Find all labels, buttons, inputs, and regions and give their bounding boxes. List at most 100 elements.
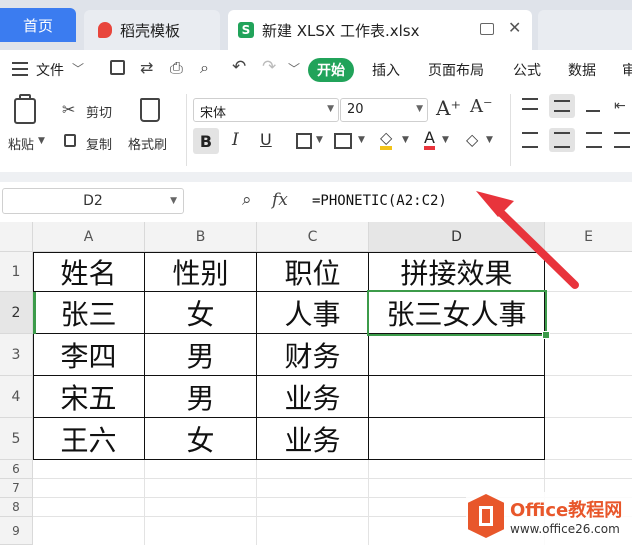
cell-d4[interactable] (369, 376, 545, 418)
cell-d5[interactable] (369, 418, 545, 460)
chevron-down-icon: ▼ (416, 104, 423, 114)
select-all-corner[interactable] (0, 222, 33, 252)
font-name-select[interactable]: 宋体 ▼ (193, 98, 339, 122)
eraser-dropdown-icon[interactable]: ▼ (486, 135, 493, 145)
font-color-dropdown-icon[interactable]: ▼ (442, 135, 449, 145)
copy-icon[interactable] (64, 134, 76, 147)
tab-close-icon[interactable]: ✕ (508, 18, 521, 37)
redo-icon[interactable]: ↷ (262, 57, 276, 77)
increase-font-icon[interactable]: A⁺ (436, 96, 461, 120)
column-header-c[interactable]: C (257, 222, 369, 252)
chevron-down-icon: ▼ (327, 104, 334, 114)
tab-daoke-templates[interactable]: 稻壳模板 (84, 10, 220, 50)
menu-data[interactable]: 数据 (568, 60, 596, 80)
cell-c4[interactable]: 业务 (257, 376, 369, 418)
column-header-a[interactable]: A (33, 222, 145, 252)
export-icon[interactable]: ⇄ (140, 58, 153, 77)
format-painter-icon[interactable] (140, 98, 160, 122)
justify-icon[interactable] (614, 132, 630, 148)
print-icon[interactable]: ⎙ (170, 58, 183, 78)
cell-c5[interactable]: 业务 (257, 418, 369, 460)
fill-color-icon[interactable]: ◇ (380, 130, 393, 150)
cell-a3[interactable]: 李四 (33, 334, 145, 376)
fill-handle[interactable] (542, 331, 550, 339)
tab-home[interactable]: 首页 (0, 8, 76, 42)
cell-a4[interactable]: 宋五 (33, 376, 145, 418)
save-icon[interactable] (110, 60, 125, 75)
underline-icon[interactable]: U (260, 130, 272, 149)
cell-d1[interactable]: 拼接效果 (369, 252, 545, 292)
italic-icon[interactable]: I (232, 130, 239, 150)
copy-button[interactable]: 复制 (86, 134, 112, 153)
column-header-e[interactable]: E (545, 222, 632, 252)
menu-formula[interactable]: 公式 (513, 60, 541, 80)
row-header-6[interactable]: 6 (0, 460, 33, 479)
merge-cells-icon[interactable] (334, 133, 352, 149)
align-left-icon[interactable] (522, 132, 538, 148)
name-box[interactable]: D2 ▼ (2, 188, 184, 214)
row-header-4[interactable]: 4 (0, 376, 33, 418)
chevron-down-icon: ▼ (170, 196, 177, 206)
more-icon[interactable]: ﹀ (288, 60, 300, 77)
cell-b5[interactable]: 女 (145, 418, 257, 460)
menu-insert[interactable]: 插入 (372, 60, 400, 80)
menu-page-layout[interactable]: 页面布局 (428, 60, 484, 80)
print-preview-icon[interactable]: ⌕ (200, 58, 209, 78)
eraser-icon[interactable]: ◇ (466, 130, 478, 149)
merge-dropdown-icon[interactable]: ▼ (358, 135, 365, 145)
cell-c3[interactable]: 财务 (257, 334, 369, 376)
cell-a5[interactable]: 王六 (33, 418, 145, 460)
scissors-icon[interactable]: ✂ (62, 100, 75, 119)
column-header-b[interactable]: B (145, 222, 257, 252)
border-icon[interactable] (296, 133, 312, 149)
row-header-7[interactable]: 7 (0, 479, 33, 498)
tab-workbook[interactable]: S 新建 XLSX 工作表.xlsx ✕ (228, 10, 532, 50)
menu-review[interactable]: 审 (622, 60, 632, 80)
formula-input[interactable]: =PHONETIC(A2:C2) (306, 186, 632, 216)
row-header-5[interactable]: 5 (0, 418, 33, 460)
cell-c1[interactable]: 职位 (257, 252, 369, 292)
cell-a1[interactable]: 姓名 (33, 252, 145, 292)
paste-dropdown-icon[interactable]: ▼ (38, 136, 45, 146)
cell-d2[interactable]: 张三女人事 (369, 292, 545, 334)
bold-icon[interactable]: B (193, 128, 219, 154)
align-top-icon[interactable] (522, 98, 538, 110)
menu-start[interactable]: 开始 (308, 58, 354, 82)
row-header-8[interactable]: 8 (0, 498, 33, 517)
row-lines (545, 459, 632, 460)
row-header-9[interactable]: 9 (0, 517, 33, 545)
paste-icon[interactable] (14, 98, 36, 124)
cut-button[interactable]: 剪切 (86, 102, 112, 121)
decrease-font-icon[interactable]: A⁻ (470, 96, 493, 117)
tab-bar: 首页 稻壳模板 S 新建 XLSX 工作表.xlsx ✕ (0, 0, 632, 50)
fill-dropdown-icon[interactable]: ▼ (402, 135, 409, 145)
font-color-icon[interactable]: A (424, 130, 435, 150)
undo-icon[interactable]: ↶ (232, 57, 246, 77)
menu-file[interactable]: 文件 (36, 60, 64, 80)
row-header-3[interactable]: 3 (0, 334, 33, 376)
cell-b4[interactable]: 男 (145, 376, 257, 418)
cell-d3[interactable] (369, 334, 545, 376)
cell-c2[interactable]: 人事 (257, 292, 369, 334)
paste-button[interactable]: 粘贴 (8, 134, 34, 153)
cell-b1[interactable]: 性别 (145, 252, 257, 292)
zoom-search-icon[interactable]: ⌕ (242, 190, 252, 210)
tab-extra[interactable] (538, 10, 632, 50)
cell-b2[interactable]: 女 (145, 292, 257, 334)
align-right-icon[interactable] (586, 132, 602, 148)
row-lines (545, 333, 632, 334)
font-size-value: 20 (347, 102, 364, 117)
window-restore-icon[interactable] (480, 23, 494, 35)
row-header-1[interactable]: 1 (0, 252, 33, 292)
align-bottom-icon[interactable] (586, 102, 600, 112)
cell-b3[interactable]: 男 (145, 334, 257, 376)
column-header-d[interactable]: D (369, 222, 545, 252)
chevron-down-icon[interactable]: ﹀ (72, 60, 84, 77)
font-size-select[interactable]: 20 ▼ (340, 98, 428, 122)
format-painter-button[interactable]: 格式刷 (128, 134, 167, 153)
fx-icon[interactable]: fx (272, 190, 288, 210)
wrap-indent-icon[interactable]: ⇤ (614, 98, 626, 114)
border-dropdown-icon[interactable]: ▼ (316, 135, 323, 145)
cell-a2[interactable]: 张三 (33, 292, 145, 334)
row-header-2[interactable]: 2 (0, 292, 33, 334)
